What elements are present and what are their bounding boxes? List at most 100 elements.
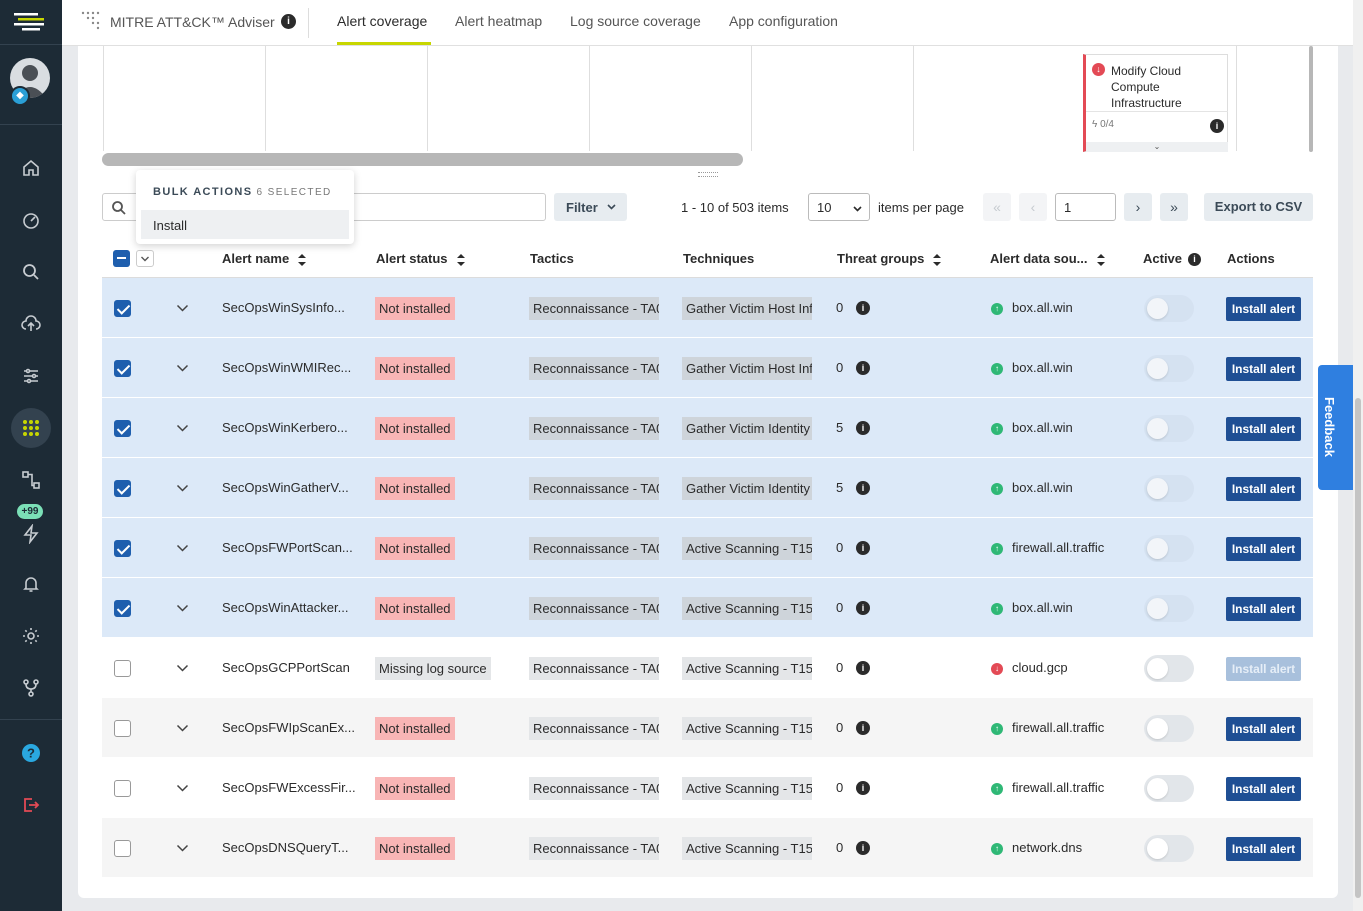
chevron-down-icon[interactable]: ⌄ xyxy=(1086,142,1228,152)
chevron-down-icon[interactable] xyxy=(176,303,189,313)
feedback-tab[interactable]: Feedback xyxy=(1318,365,1353,490)
info-icon[interactable]: i xyxy=(856,781,870,795)
active-toggle[interactable] xyxy=(1144,535,1194,562)
install-alert-button[interactable]: Install alert xyxy=(1226,297,1301,321)
info-icon[interactable]: i xyxy=(281,14,296,29)
select-options-dropdown[interactable] xyxy=(136,250,154,267)
row-checkbox[interactable] xyxy=(114,840,131,857)
active-toggle[interactable] xyxy=(1144,355,1194,382)
active-toggle[interactable] xyxy=(1144,295,1194,322)
export-csv-button[interactable]: Export to CSV xyxy=(1204,193,1313,221)
logout-icon[interactable] xyxy=(15,789,47,821)
row-checkbox[interactable] xyxy=(114,540,131,557)
chevron-down-icon[interactable] xyxy=(176,783,189,793)
sliders-icon[interactable] xyxy=(15,360,47,392)
row-checkbox[interactable] xyxy=(114,720,131,737)
first-page-button[interactable]: « xyxy=(983,193,1011,221)
active-toggle[interactable] xyxy=(1144,835,1194,862)
table-row[interactable]: SecOpsDNSQueryT... Not installed Reconnais… xyxy=(102,818,1313,878)
upload-icon[interactable] xyxy=(15,308,47,340)
chevron-down-icon[interactable] xyxy=(176,423,189,433)
page-number-input[interactable]: 1 xyxy=(1055,193,1116,221)
bulk-install-menu-item[interactable]: Install xyxy=(141,210,349,239)
table-row[interactable]: SecOpsWinKerbero... Not installed Reconnai… xyxy=(102,398,1313,458)
info-icon[interactable]: i xyxy=(856,541,870,555)
active-toggle[interactable] xyxy=(1144,775,1194,802)
info-icon[interactable]: i xyxy=(856,841,870,855)
flow-icon[interactable] xyxy=(15,464,47,496)
filter-button[interactable]: Filter xyxy=(554,193,627,221)
chevron-down-icon[interactable] xyxy=(176,483,189,493)
row-checkbox[interactable] xyxy=(114,300,131,317)
info-icon[interactable]: i xyxy=(856,301,870,315)
info-icon[interactable]: i xyxy=(856,361,870,375)
table-row[interactable]: SecOpsFWIpScanEx... Not installed Reconnai… xyxy=(102,698,1313,758)
tab-app-configuration[interactable]: App configuration xyxy=(729,13,838,29)
row-checkbox[interactable] xyxy=(114,480,131,497)
table-row[interactable]: SecOpsGCPPortScan Missing log source Recon… xyxy=(102,638,1313,698)
install-alert-button[interactable]: Install alert xyxy=(1226,477,1301,501)
table-row[interactable]: SecOpsWinWMIRec... Not installed Reconnais… xyxy=(102,338,1313,398)
row-checkbox[interactable] xyxy=(114,780,131,797)
search-icon[interactable] xyxy=(15,256,47,288)
prev-page-button[interactable]: ‹ xyxy=(1019,193,1047,221)
row-checkbox[interactable] xyxy=(114,600,131,617)
dashboard-icon[interactable] xyxy=(15,204,47,236)
app-logo-icon[interactable] xyxy=(14,10,48,34)
apps-icon[interactable] xyxy=(11,408,51,448)
active-toggle[interactable] xyxy=(1144,715,1194,742)
install-alert-button[interactable]: Install alert xyxy=(1226,417,1301,441)
active-toggle[interactable] xyxy=(1144,655,1194,682)
next-page-button[interactable]: › xyxy=(1124,193,1152,221)
install-alert-button[interactable]: Install alert xyxy=(1226,357,1301,381)
select-all-checkbox[interactable] xyxy=(113,250,130,267)
info-icon[interactable]: i xyxy=(856,721,870,735)
technique-card[interactable]: ↓ Modify Cloud Compute Infrastructure ϟ … xyxy=(1083,54,1228,152)
chevron-down-icon[interactable] xyxy=(176,543,189,553)
active-toggle[interactable] xyxy=(1144,475,1194,502)
info-icon[interactable]: i xyxy=(1210,119,1224,133)
row-checkbox[interactable] xyxy=(114,360,131,377)
last-page-button[interactable]: » xyxy=(1160,193,1188,221)
table-row[interactable]: SecOpsFWPortScan... Not installed Reconnai… xyxy=(102,518,1313,578)
chevron-down-icon[interactable] xyxy=(176,363,189,373)
column-alert-data-source[interactable]: Alert data sou... xyxy=(990,251,1106,267)
info-icon[interactable]: i xyxy=(856,481,870,495)
home-icon[interactable] xyxy=(15,152,47,184)
column-alert-status[interactable]: Alert status xyxy=(376,251,466,267)
info-icon[interactable]: i xyxy=(1188,253,1202,267)
chevron-down-icon[interactable] xyxy=(176,723,189,733)
heatmap-horizontal-scrollbar[interactable] xyxy=(102,153,743,166)
table-row[interactable]: SecOpsWinSysInfo... Not installed Reconnai… xyxy=(102,278,1313,338)
column-alert-name[interactable]: Alert name xyxy=(222,251,307,267)
table-row[interactable]: SecOpsWinAttacker... Not installed Reconna… xyxy=(102,578,1313,638)
tab-alert-coverage[interactable]: Alert coverage xyxy=(337,13,427,29)
gear-icon[interactable] xyxy=(15,620,47,652)
table-row[interactable]: SecOpsWinGatherV... Not installed Reconnai… xyxy=(102,458,1313,518)
table-row[interactable]: SecOpsFWExcessFir... Not installed Reconna… xyxy=(102,758,1313,818)
chevron-down-icon[interactable] xyxy=(176,663,189,673)
heatmap-vertical-scrollbar[interactable] xyxy=(1309,46,1313,152)
info-icon[interactable]: i xyxy=(856,661,870,675)
row-checkbox[interactable] xyxy=(114,420,131,437)
active-toggle[interactable] xyxy=(1144,595,1194,622)
page-scrollbar-thumb[interactable] xyxy=(1355,398,1361,898)
install-alert-button[interactable]: Install alert xyxy=(1226,657,1301,681)
branch-icon[interactable] xyxy=(15,672,47,704)
install-alert-button[interactable]: Install alert xyxy=(1226,597,1301,621)
resize-grip-icon[interactable] xyxy=(698,172,718,177)
lightning-icon[interactable] xyxy=(15,518,47,550)
bell-icon[interactable] xyxy=(15,568,47,600)
row-checkbox[interactable] xyxy=(114,660,131,677)
help-icon[interactable]: ? xyxy=(15,737,47,769)
install-alert-button[interactable]: Install alert xyxy=(1226,777,1301,801)
active-toggle[interactable] xyxy=(1144,415,1194,442)
items-per-page-select[interactable]: 10 xyxy=(808,193,870,221)
info-icon[interactable]: i xyxy=(856,601,870,615)
tab-alert-heatmap[interactable]: Alert heatmap xyxy=(455,13,542,29)
info-icon[interactable]: i xyxy=(856,421,870,435)
chevron-down-icon[interactable] xyxy=(176,843,189,853)
install-alert-button[interactable]: Install alert xyxy=(1226,537,1301,561)
install-alert-button[interactable]: Install alert xyxy=(1226,717,1301,741)
page-scrollbar[interactable] xyxy=(1353,0,1363,911)
